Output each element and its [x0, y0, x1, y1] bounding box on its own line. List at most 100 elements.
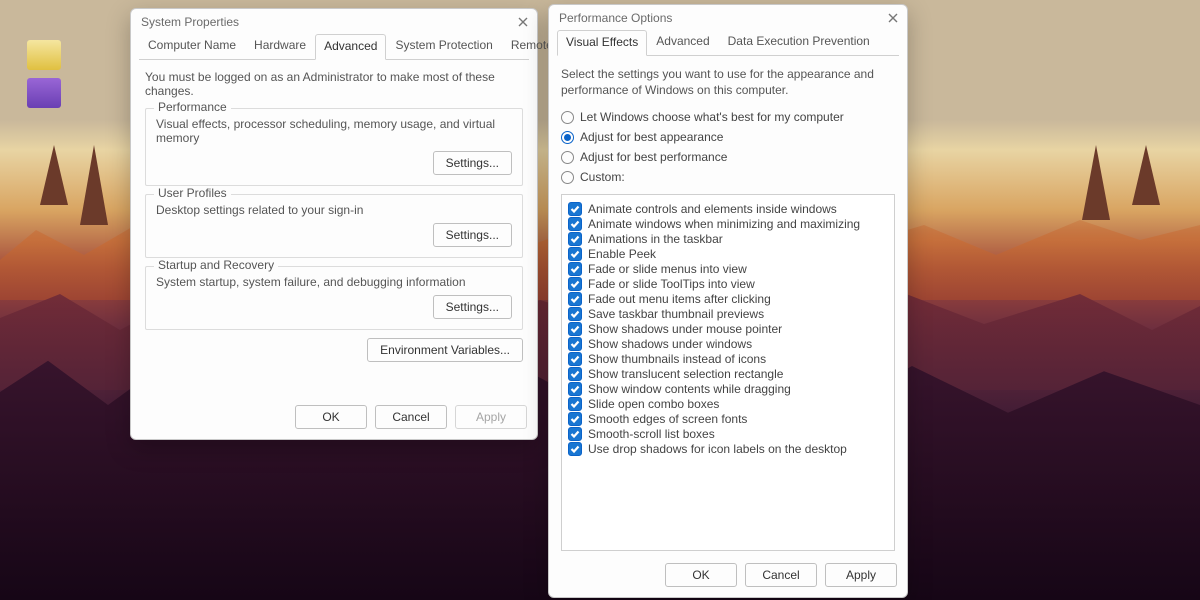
user-profiles-settings-button[interactable]: Settings...	[433, 223, 512, 247]
perf-cancel-button[interactable]: Cancel	[745, 563, 817, 587]
group-user-profiles-legend: User Profiles	[154, 186, 231, 200]
radio-option-2[interactable]: Adjust for best performance	[561, 150, 895, 164]
performance-settings-button[interactable]: Settings...	[433, 151, 512, 175]
performance-options-dialog: Performance Options Visual Effects Advan…	[548, 4, 908, 598]
radio-option-0[interactable]: Let Windows choose what's best for my co…	[561, 110, 895, 124]
check-label: Animate controls and elements inside win…	[588, 202, 837, 216]
check-label: Smooth edges of screen fonts	[588, 412, 747, 426]
radio-label: Adjust for best performance	[580, 150, 727, 164]
group-user-profiles-desc: Desktop settings related to your sign-in	[156, 203, 512, 217]
tab-advanced[interactable]: Advanced	[315, 34, 386, 60]
group-performance-legend: Performance	[154, 100, 231, 114]
checkbox-icon[interactable]	[568, 202, 582, 216]
radio-label: Adjust for best appearance	[580, 130, 723, 144]
check-option-7[interactable]: Save taskbar thumbnail previews	[568, 307, 888, 321]
group-startup-legend: Startup and Recovery	[154, 258, 278, 272]
radio-label: Custom:	[580, 170, 625, 184]
tab-perf-advanced[interactable]: Advanced	[647, 29, 718, 55]
radio-option-1[interactable]: Adjust for best appearance	[561, 130, 895, 144]
check-option-11[interactable]: Show translucent selection rectangle	[568, 367, 888, 381]
checkbox-icon[interactable]	[568, 337, 582, 351]
checkbox-icon[interactable]	[568, 322, 582, 336]
tab-visual-effects[interactable]: Visual Effects	[557, 30, 647, 56]
startup-settings-button[interactable]: Settings...	[433, 295, 512, 319]
check-label: Show window contents while dragging	[588, 382, 791, 396]
checkbox-icon[interactable]	[568, 307, 582, 321]
check-label: Animate windows when minimizing and maxi…	[588, 217, 860, 231]
check-option-15[interactable]: Smooth-scroll list boxes	[568, 427, 888, 441]
check-option-4[interactable]: Fade or slide menus into view	[568, 262, 888, 276]
close-icon[interactable]	[516, 16, 529, 29]
perf-apply-button[interactable]: Apply	[825, 563, 897, 587]
radio-option-3[interactable]: Custom:	[561, 170, 895, 184]
group-user-profiles: User Profiles Desktop settings related t…	[145, 194, 523, 258]
group-performance-desc: Visual effects, processor scheduling, me…	[156, 117, 512, 145]
perf-intro-text: Select the settings you want to use for …	[561, 66, 895, 98]
check-option-6[interactable]: Fade out menu items after clicking	[568, 292, 888, 306]
checkbox-icon[interactable]	[568, 427, 582, 441]
system-properties-tabs: Computer Name Hardware Advanced System P…	[131, 33, 537, 59]
check-option-3[interactable]: Enable Peek	[568, 247, 888, 261]
checkbox-icon[interactable]	[568, 232, 582, 246]
radio-icon[interactable]	[561, 151, 574, 164]
group-startup-recovery: Startup and Recovery System startup, sys…	[145, 266, 523, 330]
check-label: Smooth-scroll list boxes	[588, 427, 715, 441]
check-option-5[interactable]: Fade or slide ToolTips into view	[568, 277, 888, 291]
desktop-icon[interactable]	[12, 78, 76, 110]
checkbox-icon[interactable]	[568, 367, 582, 381]
check-option-0[interactable]: Animate controls and elements inside win…	[568, 202, 888, 216]
tab-system-protection[interactable]: System Protection	[386, 33, 501, 59]
tab-dep[interactable]: Data Execution Prevention	[719, 29, 879, 55]
group-performance: Performance Visual effects, processor sc…	[145, 108, 523, 186]
radio-icon[interactable]	[561, 131, 574, 144]
check-label: Slide open combo boxes	[588, 397, 719, 411]
visual-effects-checklist[interactable]: Animate controls and elements inside win…	[561, 194, 895, 551]
desktop-icon[interactable]	[12, 40, 76, 72]
tab-computer-name[interactable]: Computer Name	[139, 33, 245, 59]
radio-icon[interactable]	[561, 111, 574, 124]
checkbox-icon[interactable]	[568, 217, 582, 231]
checkbox-icon[interactable]	[568, 397, 582, 411]
system-properties-title: System Properties	[141, 15, 239, 29]
checkbox-icon[interactable]	[568, 292, 582, 306]
group-startup-desc: System startup, system failure, and debu…	[156, 275, 512, 289]
check-label: Enable Peek	[588, 247, 656, 261]
check-option-8[interactable]: Show shadows under mouse pointer	[568, 322, 888, 336]
checkbox-icon[interactable]	[568, 262, 582, 276]
environment-variables-button[interactable]: Environment Variables...	[367, 338, 523, 362]
check-label: Animations in the taskbar	[588, 232, 723, 246]
perf-ok-button[interactable]: OK	[665, 563, 737, 587]
sys-ok-button[interactable]: OK	[295, 405, 367, 429]
check-option-16[interactable]: Use drop shadows for icon labels on the …	[568, 442, 888, 456]
check-label: Show translucent selection rectangle	[588, 367, 783, 381]
checkbox-icon[interactable]	[568, 352, 582, 366]
checkbox-icon[interactable]	[568, 412, 582, 426]
tab-hardware[interactable]: Hardware	[245, 33, 315, 59]
check-option-10[interactable]: Show thumbnails instead of icons	[568, 352, 888, 366]
check-label: Show thumbnails instead of icons	[588, 352, 766, 366]
check-label: Fade or slide menus into view	[588, 262, 747, 276]
close-icon[interactable]	[886, 12, 899, 25]
sys-apply-button[interactable]: Apply	[455, 405, 527, 429]
check-label: Save taskbar thumbnail previews	[588, 307, 764, 321]
sys-cancel-button[interactable]: Cancel	[375, 405, 447, 429]
check-label: Show shadows under windows	[588, 337, 752, 351]
check-label: Fade or slide ToolTips into view	[588, 277, 755, 291]
check-label: Use drop shadows for icon labels on the …	[588, 442, 847, 456]
checkbox-icon[interactable]	[568, 442, 582, 456]
check-option-14[interactable]: Smooth edges of screen fonts	[568, 412, 888, 426]
check-option-13[interactable]: Slide open combo boxes	[568, 397, 888, 411]
admin-intro-text: You must be logged on as an Administrato…	[145, 70, 523, 98]
check-label: Fade out menu items after clicking	[588, 292, 771, 306]
check-option-1[interactable]: Animate windows when minimizing and maxi…	[568, 217, 888, 231]
checkbox-icon[interactable]	[568, 247, 582, 261]
system-properties-dialog: System Properties Computer Name Hardware…	[130, 8, 538, 440]
checkbox-icon[interactable]	[568, 382, 582, 396]
check-option-12[interactable]: Show window contents while dragging	[568, 382, 888, 396]
radio-label: Let Windows choose what's best for my co…	[580, 110, 844, 124]
radio-icon[interactable]	[561, 171, 574, 184]
checkbox-icon[interactable]	[568, 277, 582, 291]
check-option-2[interactable]: Animations in the taskbar	[568, 232, 888, 246]
check-option-9[interactable]: Show shadows under windows	[568, 337, 888, 351]
check-label: Show shadows under mouse pointer	[588, 322, 782, 336]
